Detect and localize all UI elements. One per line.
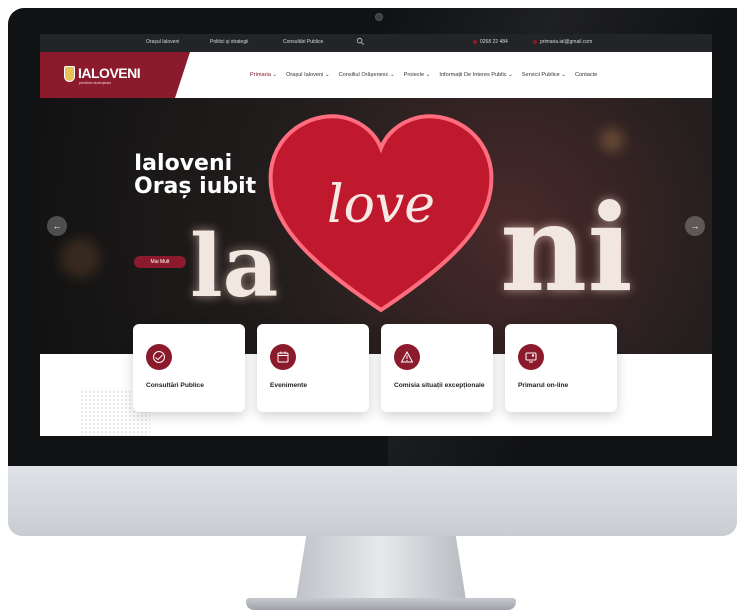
heart-love-text: love [327,175,435,235]
top-bar: Orașul Ialoveni Politici și strategii Co… [40,34,712,52]
nav-item-proiecte[interactable]: Proiecte ⌄ [404,72,431,82]
card-label: Consultări Publice [146,382,204,389]
topbar-link-politici[interactable]: Politici și strategii [210,39,248,45]
monitor-mockup: Orașul Ialoveni Politici și strategii Co… [0,0,737,616]
hero-title: Ialoveni Oraș iubit [134,151,257,199]
card-primarul[interactable]: Primarul on-line [505,324,617,412]
prev-slide-arrow-icon[interactable]: ← [47,216,67,236]
card-label: Comisia situații excepționale [394,382,485,389]
website-screen: Orașul Ialoveni Politici și strategii Co… [40,34,712,436]
search-icon[interactable] [356,37,365,46]
logo-subtitle: primăria municipiului [79,81,111,85]
warning-icon [394,344,420,370]
nav-item-informatii[interactable]: Informații De Interes Public ⌄ [439,72,512,82]
monitor-stand-neck [296,536,466,600]
monitor-icon [518,344,544,370]
topbar-link-oras[interactable]: Orașul Ialoveni [146,39,179,45]
phone-icon [473,40,477,44]
camera-icon [375,13,383,21]
card-evenimente[interactable]: Evenimente [257,324,369,412]
mail-icon [533,40,537,44]
card-label: Evenimente [270,382,308,389]
crest-icon [64,66,75,82]
more-button[interactable]: Mai Mult [134,256,186,268]
nav-item-servicii[interactable]: Servicii Publice ⌄ [522,72,566,82]
nav-item-primaria[interactable]: Primaria ⌄ [250,72,277,82]
nav-item-contacte[interactable]: Contacte [575,72,597,82]
topbar-link-consultari[interactable]: Consultări Publice [283,39,323,45]
hero-slider: la ni love Ialoveni Oraș iubit Mai Mult … [40,98,712,354]
handshake-icon [146,344,172,370]
sign-letters-right: ni [500,178,633,319]
card-consultari[interactable]: Consultări Publice [133,324,245,412]
calendar-icon [270,344,296,370]
main-nav: Primaria ⌄ Orașul Ialoveni ⌄ Consiliul O… [250,72,597,82]
nav-item-consiliul[interactable]: Consiliul Orășenesc ⌄ [339,72,395,82]
card-label: Primarul on-line [518,382,569,389]
heart-icon: love [268,114,494,313]
logo-text: IALOVENI [78,65,141,81]
email-address[interactable]: primaria.ial@gmail.com [540,39,592,45]
phone-number[interactable]: 0268 22 484 [480,39,508,45]
main-header: IALOVENI primăria municipiului Primaria … [40,52,712,98]
nav-item-orasul[interactable]: Orașul Ialoveni ⌄ [286,72,330,82]
card-comisia[interactable]: Comisia situații excepționale [381,324,493,412]
monitor-chin [8,466,737,536]
logo[interactable]: IALOVENI primăria municipiului [40,52,190,98]
monitor-stand-foot [246,598,516,610]
next-slide-arrow-icon[interactable]: → [685,216,705,236]
